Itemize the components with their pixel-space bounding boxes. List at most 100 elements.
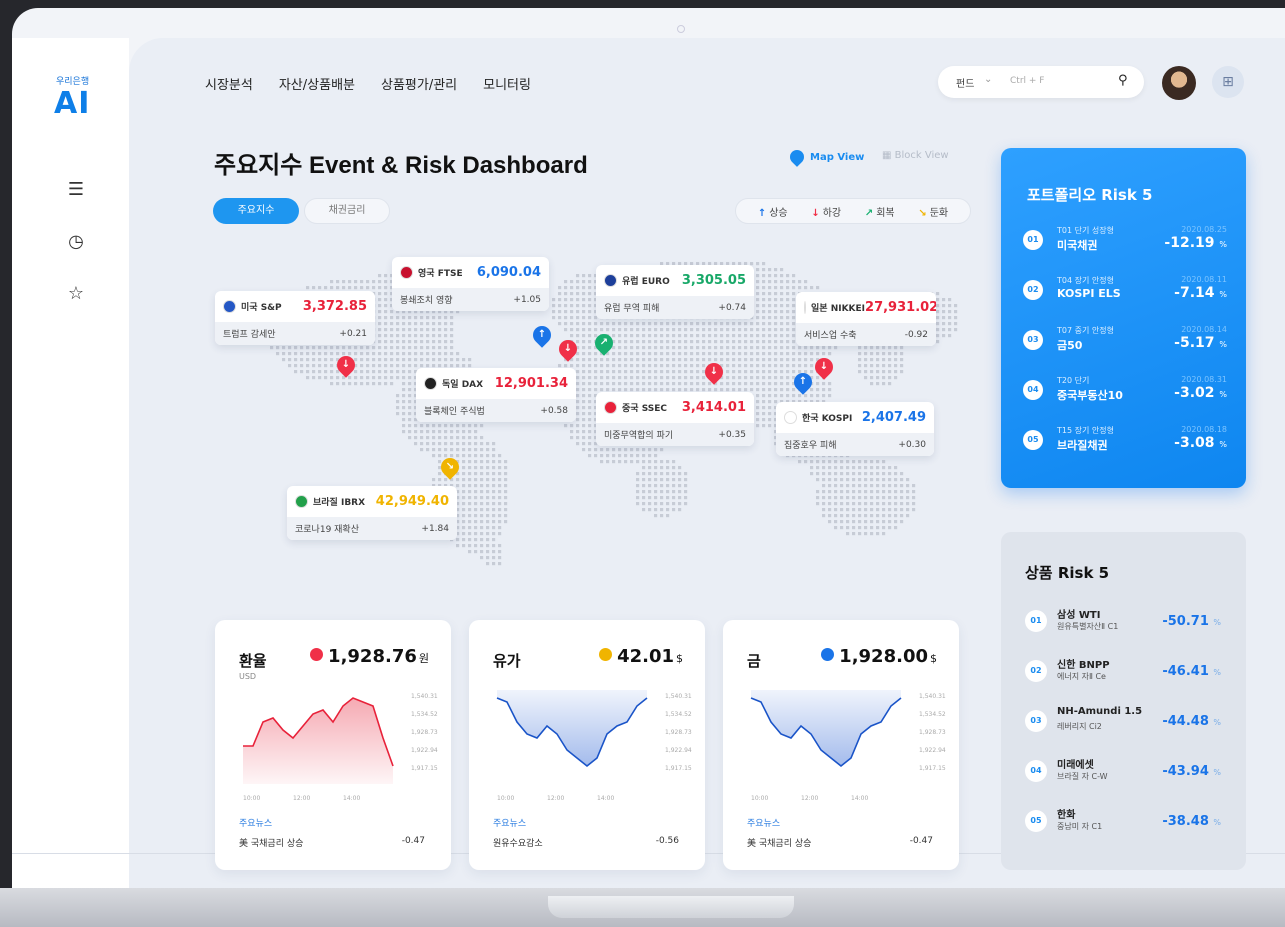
product-risk-item[interactable]: 02 신한 BNPP 에너지 자Ⅱ Ce -46.41 % bbox=[1025, 654, 1235, 690]
y-tick-label: 1,922.94 bbox=[665, 747, 692, 754]
index-value: 6,090.04 bbox=[476, 265, 541, 280]
fall-marker[interactable]: ↓ bbox=[701, 359, 727, 385]
market-mini-card[interactable]: 환율 USD 1,928.76 원 1,540.31 1,534.52 1,928.73 1,… bbox=[215, 620, 451, 870]
index-event: 유럽 무역 피해 bbox=[604, 304, 660, 314]
y-tick-label: 1,540.31 bbox=[665, 693, 692, 700]
product-risk-item[interactable]: 01 삼성 WTI 원유특별자산Ⅱ C1 -50.71 % bbox=[1025, 604, 1235, 640]
risk-pct-value: -5.17 bbox=[1174, 335, 1215, 351]
x-tick-label: 14:00 bbox=[343, 795, 360, 802]
index-card[interactable]: 브라질 IBRX 42,949.40 코로나19 재확산 +1.84 bbox=[287, 486, 457, 540]
index-card[interactable]: 한국 KOSPI 2,407.49 집중호우 피해 +0.30 bbox=[776, 402, 934, 456]
index-value: 3,372.85 bbox=[302, 299, 367, 314]
index-change: +0.58 bbox=[540, 405, 568, 416]
mini-value: 1,928.76 원 bbox=[310, 646, 429, 667]
risk-item-date: 2020.08.25 bbox=[1181, 225, 1227, 234]
rise-marker[interactable]: ↑ bbox=[529, 322, 555, 348]
product-name: 미래에셋 bbox=[1057, 760, 1094, 771]
recover-marker[interactable]: ↗ bbox=[591, 330, 617, 356]
risk-item-name: 브라질채권 bbox=[1057, 439, 1108, 452]
portfolio-risk-item[interactable]: 05 T15 장기 안정형 브라질채권 2020.08.18 -3.08 % bbox=[1023, 422, 1233, 458]
legend-rise-label: 상승 bbox=[769, 207, 788, 219]
product-pct-unit: % bbox=[1213, 818, 1221, 827]
market-mini-card[interactable]: 유가 42.01 $1,540.31 1,534.52 1,928.73 1,922.94… bbox=[469, 620, 705, 870]
page-title: 주요지수 Event & Risk Dashboard bbox=[214, 152, 588, 179]
portfolio-risk-item[interactable]: 04 T20 단기 중국부동산10 2020.08.31 -3.02 % bbox=[1023, 372, 1233, 408]
portfolio-risk-item[interactable]: 01 T01 단기 성장형 미국채권 2020.08.25 -12.19 % bbox=[1023, 222, 1233, 258]
index-card[interactable]: 미국 S&P 3,372.85 트럼프 감세안 +0.21 bbox=[215, 291, 375, 345]
sidebar: 우리은행 AI ☰ ◷ ☆ bbox=[12, 38, 129, 888]
nav-product-evaluation[interactable]: 상품평가/관리 bbox=[381, 74, 457, 93]
mini-value-number: 42.01 bbox=[617, 646, 674, 667]
product-risk-item[interactable]: 05 한화 중남미 자 C1 -38.48 % bbox=[1025, 804, 1235, 840]
index-card[interactable]: 중국 SSEC 3,414.01 미중무역합의 파기 +0.35 bbox=[596, 392, 754, 446]
index-change: +0.74 bbox=[718, 302, 746, 313]
brand-logo[interactable]: AI bbox=[54, 86, 90, 121]
news-change: -0.56 bbox=[655, 836, 679, 846]
product-detail: 레버리지 Ci2 bbox=[1057, 722, 1102, 731]
legend-fall-label: 하강 bbox=[822, 207, 842, 219]
y-tick-label: 1,540.31 bbox=[411, 693, 438, 700]
risk-pct-unit: % bbox=[1219, 240, 1227, 249]
index-value: 42,949.40 bbox=[375, 494, 449, 509]
fall-marker[interactable]: ↓ bbox=[811, 354, 837, 380]
search-bar[interactable]: 펀드 ⌄ Ctrl + F ⚲ bbox=[938, 66, 1144, 98]
briefcase-icon[interactable]: ⊞ bbox=[1212, 66, 1244, 98]
portfolio-risk-item[interactable]: 03 T07 중기 안정형 금50 2020.08.14 -5.17 % bbox=[1023, 322, 1233, 358]
news-headline[interactable]: 美 국채금리 상승 bbox=[747, 836, 811, 849]
product-risk-item[interactable]: 04 미래에셋 브라질 자 C-W -43.94 % bbox=[1025, 754, 1235, 790]
mini-value-number: 1,928.00 bbox=[839, 646, 928, 667]
fall-marker[interactable]: ↓ bbox=[333, 352, 359, 378]
block-view-toggle[interactable]: ▦ Block View bbox=[882, 150, 949, 161]
rise-marker[interactable]: ↑ bbox=[790, 369, 816, 395]
portfolio-risk-title: 포트폴리오 Risk 5 bbox=[1027, 186, 1153, 204]
search-input[interactable]: Ctrl + F bbox=[1010, 76, 1044, 86]
index-card[interactable]: 영국 FTSE 6,090.04 봉쇄조치 영향 +1.05 bbox=[392, 257, 549, 311]
slow-marker[interactable]: ↘ bbox=[437, 454, 463, 480]
news-headline[interactable]: 원유수요감소 bbox=[493, 836, 543, 849]
nav-monitoring[interactable]: 모니터링 bbox=[483, 74, 531, 93]
product-pct: -38.48 % bbox=[1162, 814, 1221, 829]
index-event: 미중무역합의 파기 bbox=[604, 431, 674, 441]
tab-bond-rate[interactable]: 채권금리 bbox=[304, 198, 390, 224]
portfolio-risk-item[interactable]: 02 T04 장기 안정형 KOSPI ELS 2020.08.11 -7.14 % bbox=[1023, 272, 1233, 308]
y-tick-label: 1,534.52 bbox=[665, 711, 692, 718]
index-card[interactable]: 유럽 EURO 3,305.05 유럽 무역 피해 +0.74 bbox=[596, 265, 754, 319]
risk-item-pct: -3.08 % bbox=[1174, 435, 1227, 451]
map-view-toggle[interactable]: Map View bbox=[787, 147, 864, 167]
risk-pct-unit: % bbox=[1219, 390, 1227, 399]
product-risk-panel: 상품 Risk 5 01 삼성 WTI 원유특별자산Ⅱ C1 -50.71 % 02 신한… bbox=[1001, 532, 1246, 870]
menu-icon[interactable]: ☰ bbox=[66, 180, 86, 200]
index-value: 12,901.34 bbox=[494, 376, 568, 391]
product-risk-item[interactable]: 03 NH-Amundi 1.5 레버리지 Ci2 -44.48 % bbox=[1025, 704, 1235, 740]
market-mini-card[interactable]: 금 1,928.00 $1,540.31 1,534.52 1,928.73 1,922.… bbox=[723, 620, 959, 870]
y-tick-label: 1,534.52 bbox=[411, 711, 438, 718]
risk-item-type: T01 단기 성장형 bbox=[1057, 226, 1114, 235]
nav-market-analysis[interactable]: 시장분석 bbox=[205, 74, 253, 93]
flag-icon bbox=[604, 274, 617, 287]
index-value: 3,414.01 bbox=[681, 400, 746, 415]
risk-item-type: T04 장기 안정형 bbox=[1057, 276, 1114, 285]
chevron-down-icon[interactable]: ⌄ bbox=[984, 74, 992, 85]
index-name: 독일 DAX bbox=[442, 380, 484, 390]
tab-main-index[interactable]: 주요지수 bbox=[213, 198, 299, 224]
search-scope[interactable]: 펀드 bbox=[956, 75, 974, 90]
avatar[interactable] bbox=[1162, 66, 1196, 100]
risk-item-type: T20 단기 bbox=[1057, 376, 1090, 385]
x-tick-label: 10:00 bbox=[751, 795, 768, 802]
y-tick-label: 1,928.73 bbox=[665, 729, 692, 736]
risk-pct-value: -3.08 bbox=[1174, 435, 1215, 451]
risk-item-name: KOSPI ELS bbox=[1057, 287, 1121, 300]
index-card[interactable]: 일본 NIKKEI 27,931.02 서비스업 수축 -0.92 bbox=[796, 292, 936, 346]
index-card[interactable]: 독일 DAX 12,901.34 블록체인 주식법 +0.58 bbox=[416, 368, 576, 422]
news-headline[interactable]: 美 국채금리 상승 bbox=[239, 836, 303, 849]
nav-asset-allocation[interactable]: 자산/상품배분 bbox=[279, 74, 355, 93]
y-tick-label: 1,534.52 bbox=[919, 711, 946, 718]
star-icon[interactable]: ☆ bbox=[66, 284, 86, 304]
risk-item-pct: -7.14 % bbox=[1174, 285, 1227, 301]
search-icon[interactable]: ⚲ bbox=[1118, 73, 1128, 88]
chart-area bbox=[243, 698, 393, 784]
fall-marker[interactable]: ↓ bbox=[555, 336, 581, 362]
clock-icon[interactable]: ◷ bbox=[66, 232, 86, 252]
risk-item-name: 중국부동산10 bbox=[1057, 389, 1123, 402]
y-tick-label: 1,917.15 bbox=[919, 765, 946, 772]
